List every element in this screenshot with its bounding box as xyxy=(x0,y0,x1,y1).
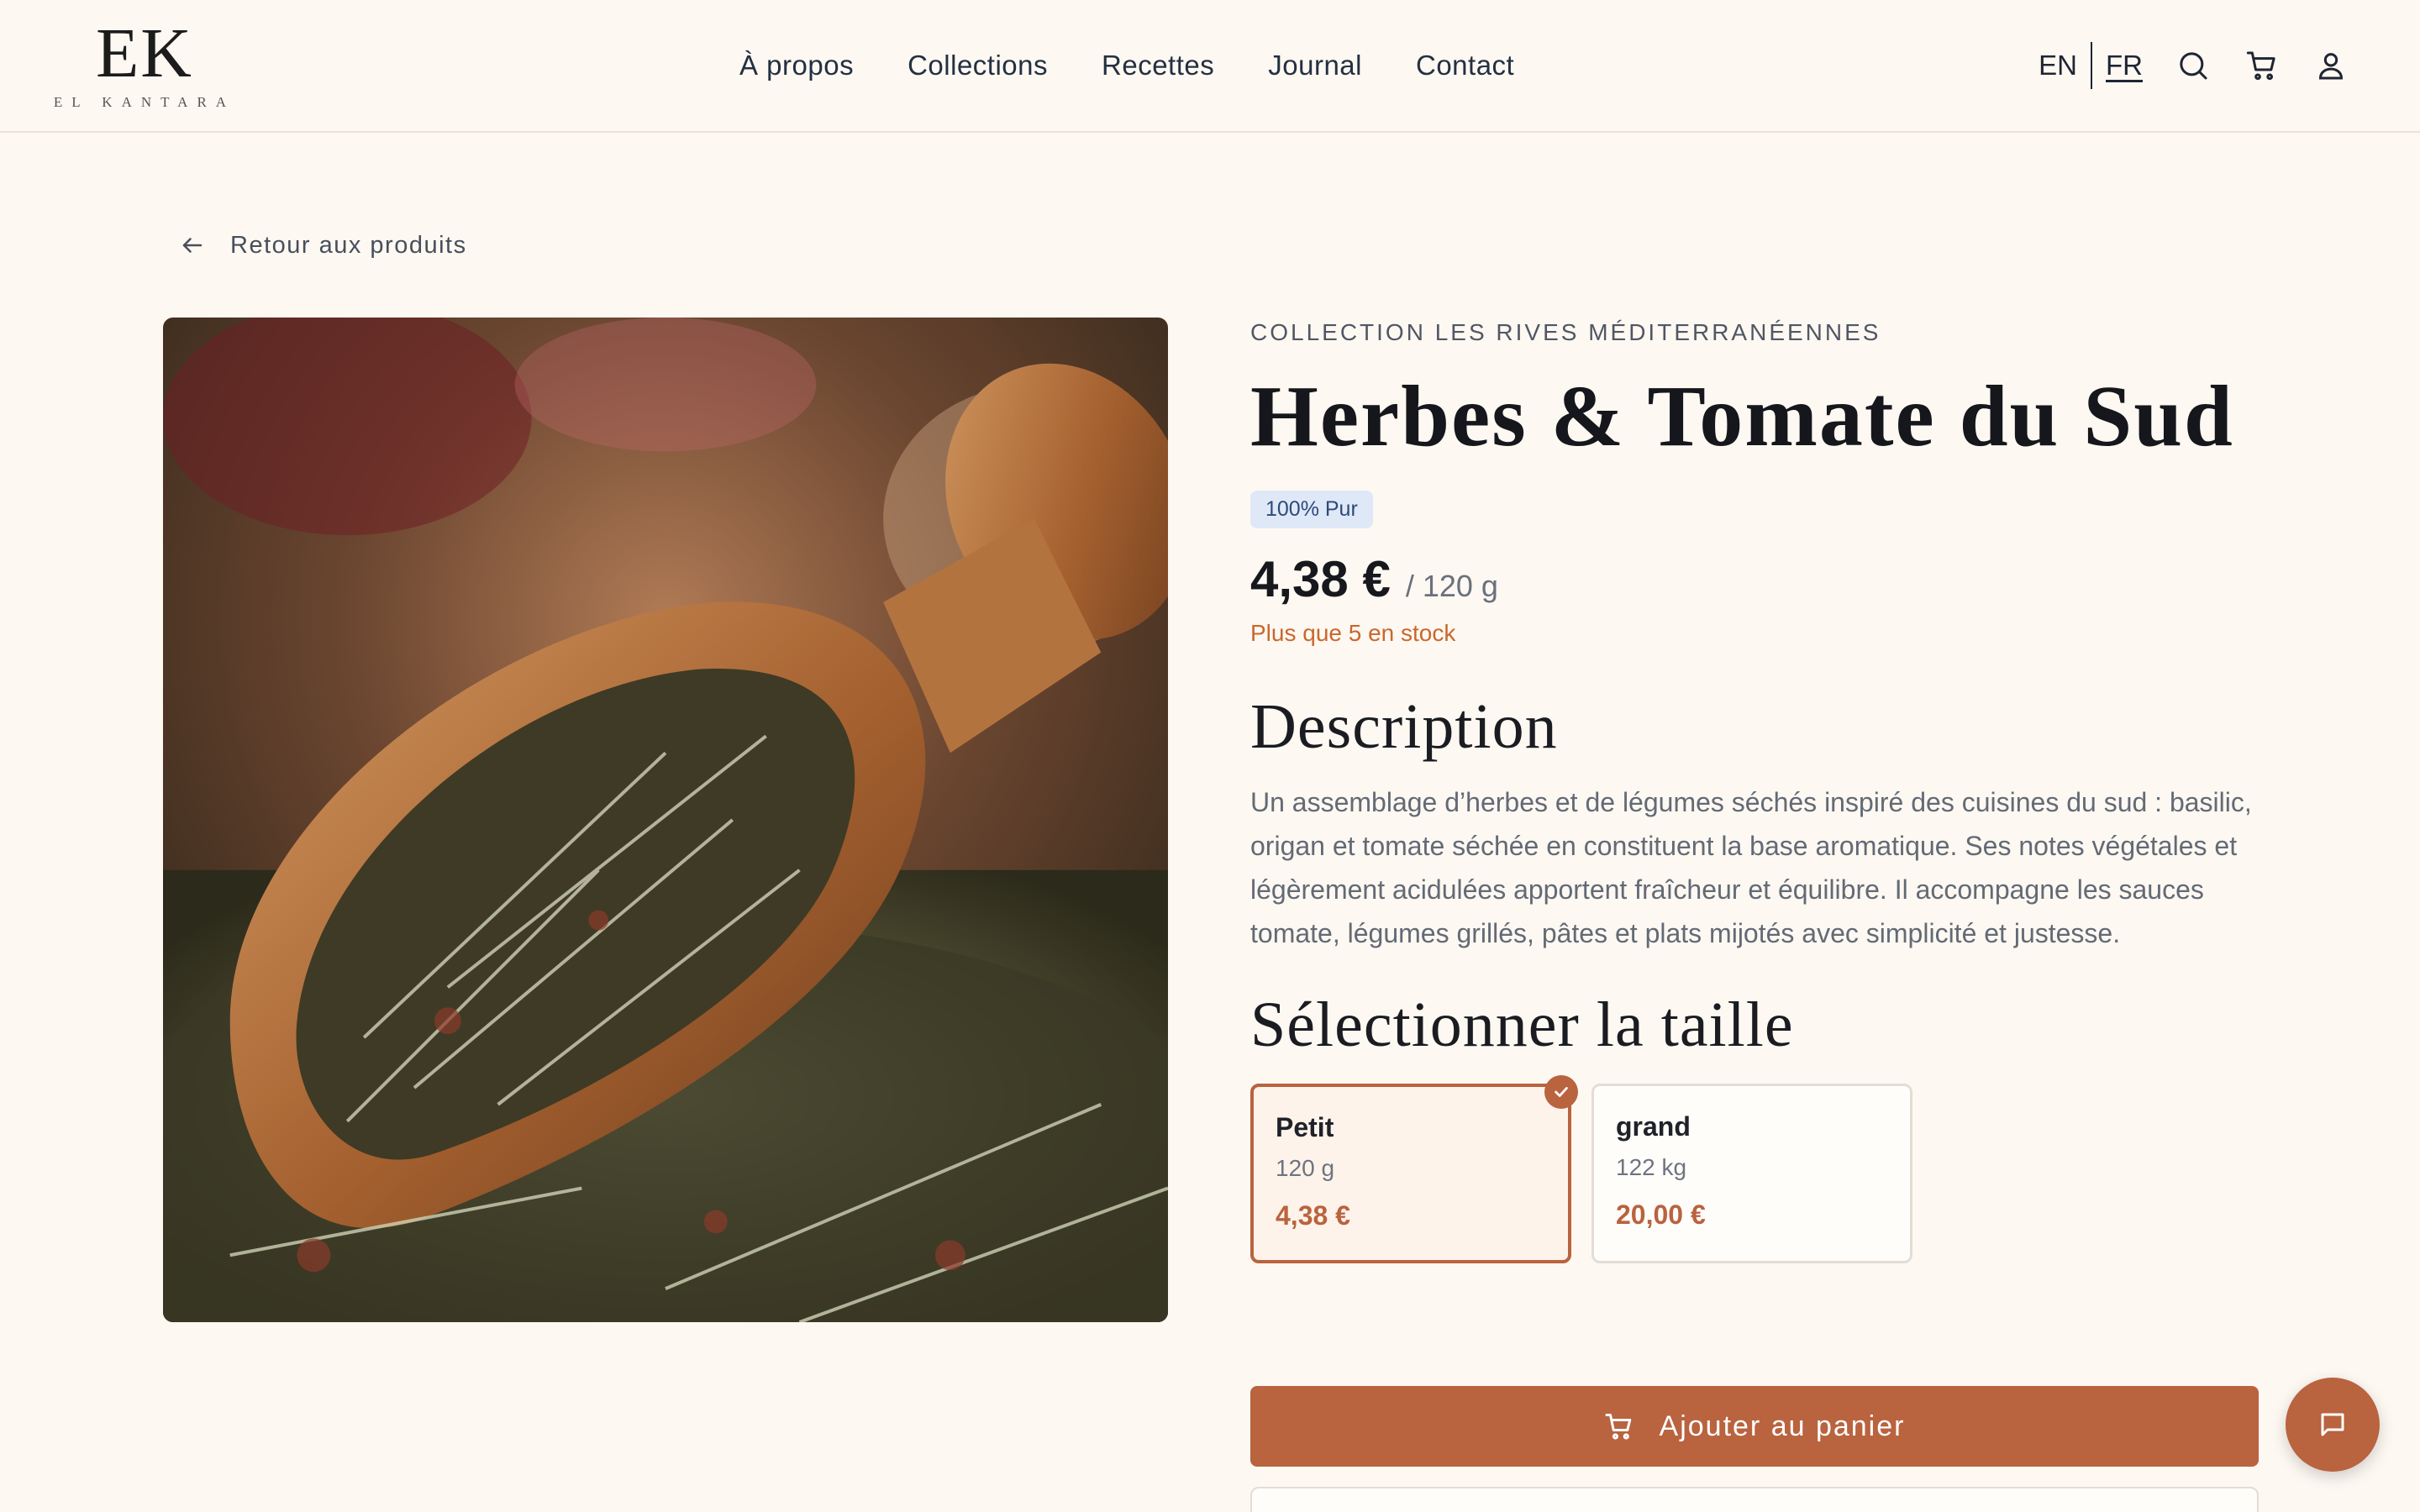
nav-item-recipes[interactable]: Recettes xyxy=(1102,47,1214,84)
back-to-products-link[interactable]: Retour aux produits xyxy=(180,227,467,264)
lang-en-link[interactable]: EN xyxy=(2039,44,2077,87)
size-heading: Sélectionner la taille xyxy=(1250,990,1794,1060)
add-to-cart-label: Ajouter au panier xyxy=(1659,1410,1906,1442)
collection-label[interactable]: COLLECTION LES RIVES MÉDITERRANÉENNES xyxy=(1250,319,2259,346)
nav-item-about[interactable]: À propos xyxy=(739,47,854,84)
size-name: grand xyxy=(1616,1111,1691,1142)
search-icon[interactable] xyxy=(2175,47,2212,84)
add-to-cart-button[interactable]: Ajouter au panier xyxy=(1250,1386,2259,1467)
logo-mark: EK xyxy=(96,14,193,92)
nav-item-contact[interactable]: Contact xyxy=(1416,47,1514,84)
price-unit: / 120 g xyxy=(1405,569,1498,603)
chat-icon xyxy=(2321,1413,2344,1436)
brand-logo[interactable]: EK EL KANTARA xyxy=(52,18,237,119)
size-options: Petit 120 g 4,38 € grand 122 kg 20,00 € xyxy=(1250,1075,2259,1263)
logo-wordmark: EL KANTARA xyxy=(53,94,236,110)
check-icon xyxy=(1544,1075,1578,1109)
size-weight: 122 kg xyxy=(1616,1154,1687,1180)
header-actions: EN FR xyxy=(2039,42,2349,89)
arrow-left-icon xyxy=(182,238,203,253)
product-description: Un assemblage d’herbes et de légumes séc… xyxy=(1250,787,2252,948)
price-row: 4,38 € / 120 g xyxy=(1250,550,2259,608)
size-weight: 120 g xyxy=(1276,1155,1335,1181)
chat-button[interactable] xyxy=(2286,1378,2380,1472)
size-price: 20,00 € xyxy=(1616,1200,1706,1230)
product-price: 4,38 € xyxy=(1250,551,1391,607)
description-heading: Description xyxy=(1250,691,1558,762)
cart-icon xyxy=(1605,1414,1631,1440)
purity-badge: 100% Pur xyxy=(1250,491,1373,528)
cart-icon[interactable] xyxy=(2244,47,2281,84)
lang-divider xyxy=(2091,42,2092,89)
secondary-panel xyxy=(1250,1487,2259,1512)
product-info: COLLECTION LES RIVES MÉDITERRANÉENNES He… xyxy=(1250,311,2259,1263)
size-name: Petit xyxy=(1276,1112,1334,1142)
size-option-grand[interactable]: grand 122 kg 20,00 € xyxy=(1591,1084,1912,1263)
size-option-petit[interactable]: Petit 120 g 4,38 € xyxy=(1250,1075,1578,1263)
lang-fr-link[interactable]: FR xyxy=(2106,44,2143,87)
product-title: Herbes & Tomate du Sud xyxy=(1250,368,2234,465)
back-link-label: Retour aux produits xyxy=(230,231,467,259)
nav-item-journal[interactable]: Journal xyxy=(1268,47,1362,84)
site-header: EK EL KANTARA À propos Collections Recet… xyxy=(0,0,2420,133)
user-icon[interactable] xyxy=(2312,47,2349,84)
main-nav: À propos Collections Recettes Journal Co… xyxy=(739,47,1568,84)
nav-item-collections[interactable]: Collections xyxy=(908,47,1048,84)
size-price: 4,38 € xyxy=(1276,1200,1350,1231)
stock-warning: Plus que 5 en stock xyxy=(1250,620,1456,646)
product-image[interactable] xyxy=(163,318,1168,1322)
